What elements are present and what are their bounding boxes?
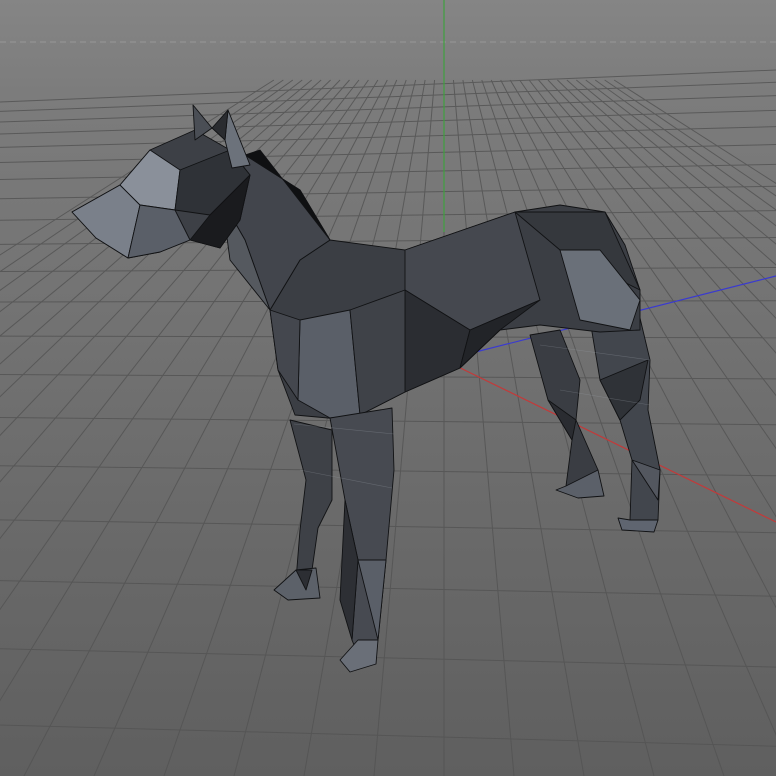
3d-viewport[interactable]	[0, 0, 776, 776]
viewport-scene[interactable]	[0, 0, 776, 776]
